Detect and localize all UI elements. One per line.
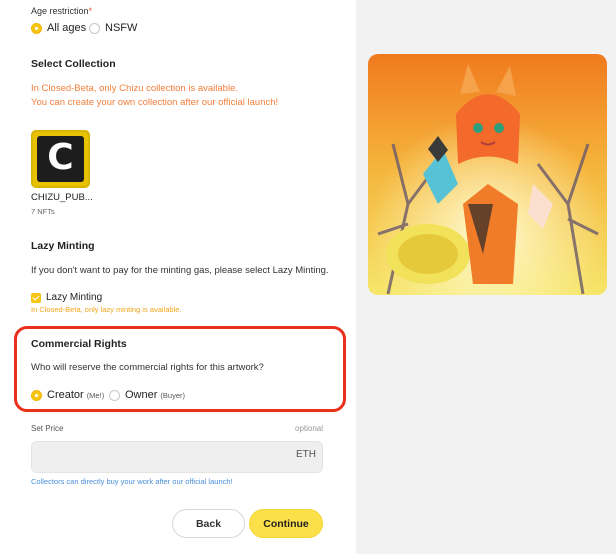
- price-note: Collectors can directly buy your work af…: [31, 477, 233, 486]
- chizu-logo-icon: C: [37, 136, 84, 182]
- radio-creator-note: (Me!): [86, 390, 105, 400]
- radio-nsfw[interactable]: NSFW: [89, 22, 137, 34]
- radio-owner-note: (Buyer): [160, 390, 185, 400]
- back-button[interactable]: Back: [172, 509, 245, 538]
- artwork-preview-image: [368, 54, 607, 295]
- lazy-minting-checkbox[interactable]: [31, 293, 41, 303]
- select-collection-title: Select Collection: [31, 58, 116, 70]
- radio-nsfw-label: NSFW: [105, 22, 138, 34]
- lazy-minting-description: If you don't want to pay for the minting…: [31, 265, 329, 276]
- age-restriction-label: Age restriction*: [31, 6, 93, 16]
- collection-warning-line2: You can create your own collection after…: [31, 97, 279, 108]
- required-mark: *: [88, 6, 93, 16]
- radio-selected-icon: [31, 389, 42, 401]
- price-currency: ETH: [296, 449, 316, 460]
- chizu-logo-letter: C: [47, 137, 74, 178]
- radio-creator-label: Creator: [47, 389, 84, 401]
- radio-owner-label: Owner: [125, 389, 158, 401]
- radio-creator[interactable]: Creator (Me!): [31, 389, 104, 401]
- commercial-rights-title: Commercial Rights: [31, 338, 127, 350]
- lazy-minting-checkbox-label: Lazy Minting: [46, 292, 103, 303]
- radio-unselected-icon: [109, 389, 120, 401]
- collection-warning-line1: In Closed-Beta, only Chizu collection is…: [31, 83, 238, 94]
- lazy-minting-note: In Closed-Beta, only lazy minting is ava…: [31, 305, 182, 314]
- radio-owner[interactable]: Owner (Buyer): [109, 389, 185, 401]
- set-price-label: Set Price: [31, 424, 64, 433]
- continue-button[interactable]: Continue: [249, 509, 323, 538]
- radio-unselected-icon: [89, 22, 100, 34]
- price-optional-label: optional: [295, 424, 324, 433]
- radio-selected-icon: [31, 22, 42, 34]
- collection-nft-count: 7 NFTs: [31, 207, 55, 216]
- lazy-minting-title: Lazy Minting: [31, 240, 95, 252]
- radio-all-ages-label: All ages: [47, 22, 87, 34]
- commercial-rights-question: Who will reserve the commercial rights f…: [31, 362, 264, 373]
- form-panel: Age restriction* All ages NSFW Select Co…: [0, 0, 356, 554]
- price-input[interactable]: [31, 441, 323, 473]
- radio-all-ages[interactable]: All ages: [31, 22, 86, 34]
- collection-name: CHIZU_PUB...: [31, 192, 93, 203]
- collection-card-chizu[interactable]: C: [31, 130, 90, 188]
- artwork-illustration: [368, 54, 607, 295]
